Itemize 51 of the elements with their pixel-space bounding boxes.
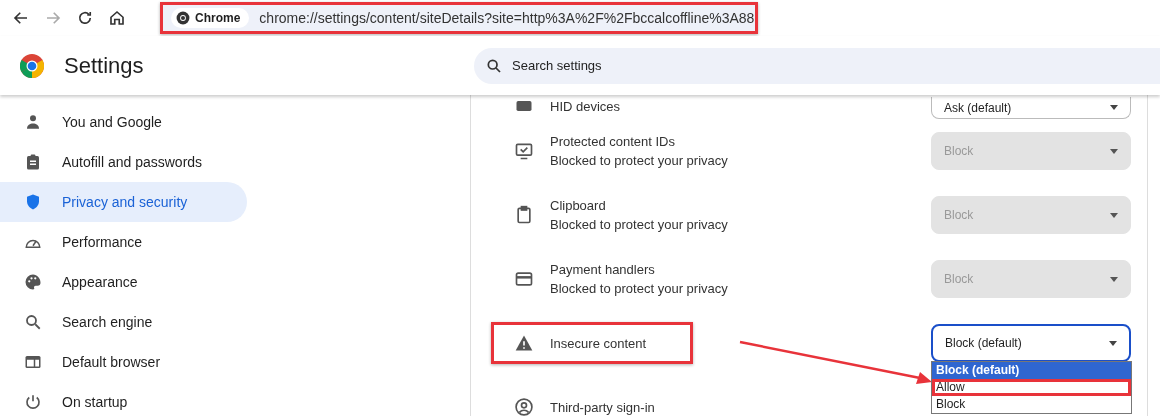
search-bar[interactable]: Search settings — [474, 47, 1160, 84]
permission-label: Protected content IDs — [550, 134, 676, 149]
caret-icon — [1110, 212, 1118, 218]
permission-label: Clipboard — [550, 198, 607, 213]
sidebar-item[interactable]: Default browser — [0, 342, 247, 382]
forward-arrow-icon — [44, 9, 62, 27]
account-icon — [514, 397, 534, 416]
warning-icon — [514, 333, 534, 353]
clipboard-icon — [514, 205, 534, 225]
search-field[interactable]: Search settings — [510, 57, 1160, 74]
page-title: Settings — [64, 52, 144, 79]
protected-icon — [514, 141, 534, 161]
chrome-logo-icon — [20, 53, 44, 78]
caret-icon — [1109, 340, 1117, 346]
sidebar-item[interactable]: Autofill and passwords — [0, 142, 247, 182]
permission-label: Insecure content — [550, 335, 647, 351]
permission-label: HID devices — [550, 98, 621, 114]
caret-icon — [1110, 276, 1118, 282]
permission-label: Third-party sign-in — [550, 399, 655, 415]
shield-icon — [24, 193, 42, 211]
permission-dropdown[interactable]: Ask (default) — [931, 97, 1131, 119]
reload-icon — [76, 9, 94, 27]
palette-icon — [24, 273, 42, 291]
home-icon — [108, 9, 126, 27]
sidebar-item[interactable]: Appearance — [0, 262, 247, 302]
search-icon — [24, 313, 42, 331]
caret-icon — [1110, 105, 1118, 110]
back-arrow-icon — [12, 9, 30, 27]
permission-label: Payment handlers — [550, 262, 656, 277]
person-icon — [24, 113, 42, 131]
chrome-logo-icon — [176, 11, 190, 25]
permission-description: Blocked to protect your privacy — [550, 217, 728, 232]
sidebar-item[interactable]: You and Google — [0, 102, 247, 142]
payment-icon — [514, 269, 534, 289]
url-text: chrome://settings/content/siteDetails?site=http%3A%2F%2Fbccalcoffline%3A88 — [259, 10, 755, 26]
sidebar-item[interactable]: On startup — [0, 382, 247, 416]
search-icon — [486, 57, 502, 74]
clipboard-icon — [24, 153, 42, 171]
permission-description: Blocked to protect your privacy — [550, 153, 728, 168]
sidebar-item[interactable]: Performance — [0, 222, 247, 262]
sidebar-item[interactable]: Privacy and security — [0, 182, 247, 222]
dropdown-option[interactable]: Block — [932, 396, 1131, 413]
permission-description: Blocked to protect your privacy — [550, 281, 728, 296]
caret-icon — [1110, 148, 1118, 154]
address-bar[interactable]: Chrome chrome://settings/content/siteDetails?site=http%3A%2F%2Fbccalcoffline%3A88 — [160, 2, 758, 34]
sidebar-item[interactable]: Search engine — [0, 302, 247, 342]
chrome-chip[interactable]: Chrome — [171, 8, 250, 28]
dropdown-option[interactable]: Allow — [932, 379, 1131, 396]
power-icon — [24, 393, 42, 411]
dropdown-option[interactable]: Block (default) — [932, 362, 1131, 379]
browser-icon — [24, 353, 42, 371]
